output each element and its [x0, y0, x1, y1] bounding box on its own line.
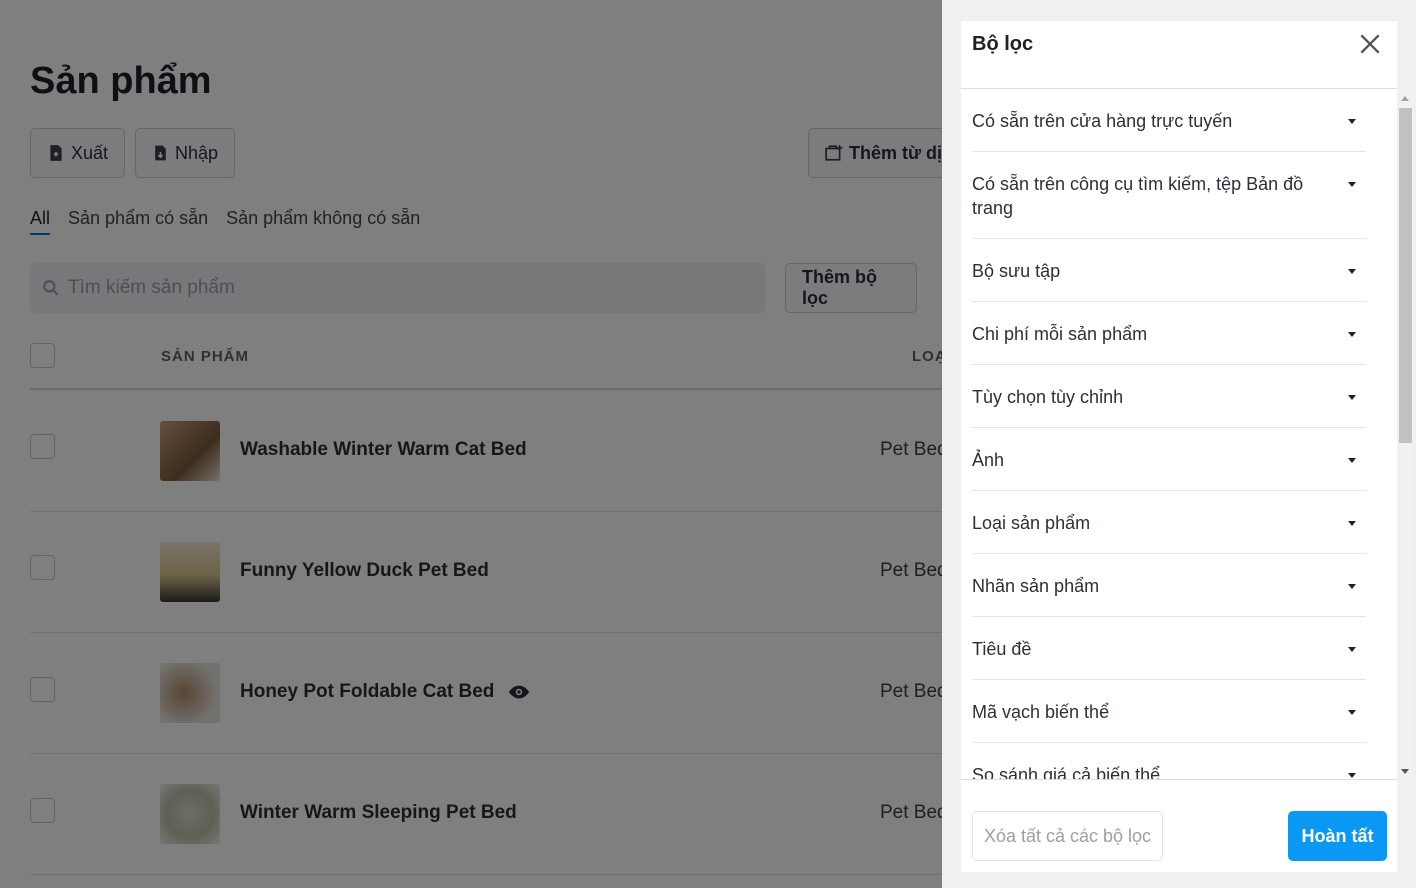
done-button[interactable]: Hoàn tất [1288, 811, 1387, 861]
filter-panel: Bộ lọc Có sẵn trên cửa hàng trực tuyến C… [942, 0, 1416, 888]
caret-down-icon [1348, 458, 1356, 463]
caret-down-icon [1348, 395, 1356, 400]
filter-product-type[interactable]: Loại sản phẩm [972, 491, 1366, 554]
close-icon[interactable] [1357, 31, 1383, 57]
filter-list: Có sẵn trên cửa hàng trực tuyến Có sẵn t… [972, 89, 1366, 806]
clear-all-filters-button[interactable]: Xóa tất cả các bộ lọc [972, 811, 1163, 861]
filter-product-tag[interactable]: Nhãn sản phẩm [972, 554, 1366, 617]
filter-custom-options[interactable]: Tùy chọn tùy chỉnh [972, 365, 1366, 428]
filter-collection[interactable]: Bộ sưu tập [972, 239, 1366, 302]
caret-down-icon [1348, 521, 1356, 526]
scroll-thumb[interactable] [1399, 108, 1412, 443]
filter-list-scrollbar[interactable] [1397, 90, 1414, 780]
filter-label: Chi phí mỗi sản phẩm [972, 324, 1148, 344]
filter-label: Tùy chọn tùy chỉnh [972, 387, 1124, 407]
caret-down-icon [1348, 710, 1356, 715]
filter-image[interactable]: Ảnh [972, 428, 1366, 491]
scroll-down-arrow-icon[interactable] [1401, 769, 1409, 774]
filter-label: Tiêu đề [972, 639, 1032, 659]
filter-title[interactable]: Tiêu đề [972, 617, 1366, 680]
filter-label: Có sẵn trên công cụ tìm kiếm, tệp Bản đồ… [972, 174, 1304, 218]
filter-cost-per-item[interactable]: Chi phí mỗi sản phẩm [972, 302, 1366, 365]
filter-search-engine-sitemap[interactable]: Có sẵn trên công cụ tìm kiếm, tệp Bản đồ… [972, 152, 1366, 239]
caret-down-icon [1348, 647, 1356, 652]
filter-panel-header: Bộ lọc [961, 21, 1397, 89]
caret-down-icon [1348, 332, 1356, 337]
filter-label: Nhãn sản phẩm [972, 576, 1100, 596]
scroll-up-arrow-icon[interactable] [1401, 96, 1409, 101]
filter-variant-barcode[interactable]: Mã vạch biến thể [972, 680, 1366, 743]
filter-label: Ảnh [972, 450, 1005, 470]
filter-panel-title: Bộ lọc [972, 33, 1034, 55]
filter-panel-footer: Xóa tất cả các bộ lọc Hoàn tất [961, 779, 1397, 872]
filter-label: Loại sản phẩm [972, 513, 1091, 533]
caret-down-icon [1348, 119, 1356, 124]
filter-label: Bộ sưu tập [972, 261, 1061, 281]
filter-panel-content: Bộ lọc Có sẵn trên cửa hàng trực tuyến C… [961, 21, 1397, 872]
caret-down-icon [1348, 773, 1356, 778]
filter-label: Có sẵn trên cửa hàng trực tuyến [972, 111, 1233, 131]
filter-label: Mã vạch biến thể [972, 702, 1110, 722]
caret-down-icon [1348, 269, 1356, 274]
caret-down-icon [1348, 584, 1356, 589]
filter-online-store[interactable]: Có sẵn trên cửa hàng trực tuyến [972, 89, 1366, 152]
caret-down-icon [1348, 182, 1356, 187]
